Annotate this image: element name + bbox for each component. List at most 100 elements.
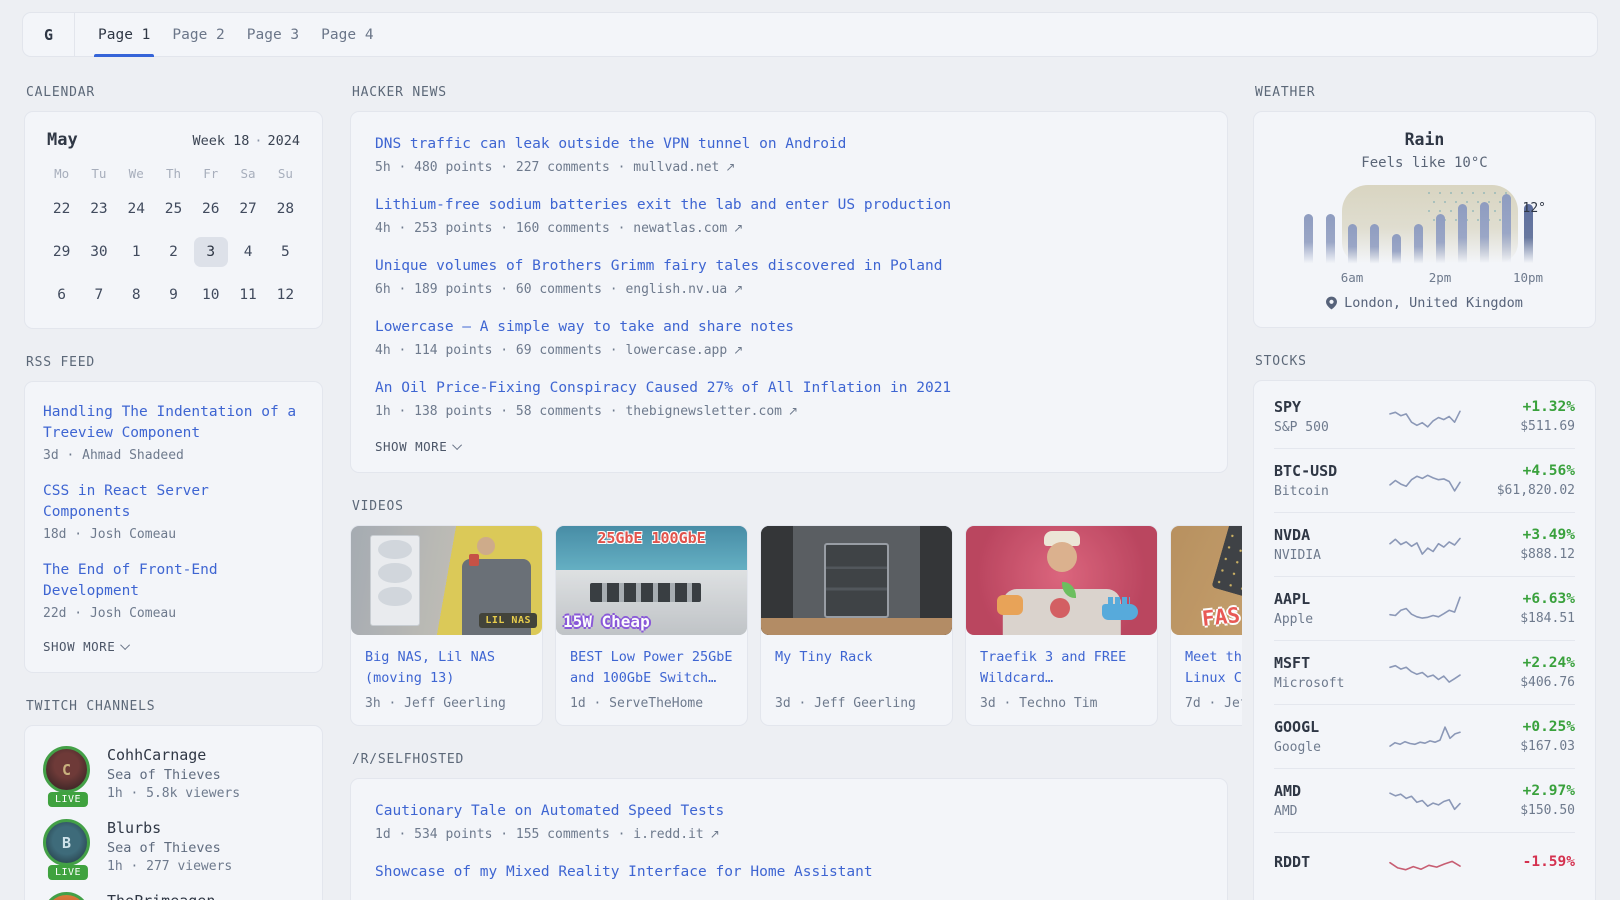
calendar-day: 25 xyxy=(156,194,190,224)
hn-item-title[interactable]: DNS traffic can leak outside the VPN tun… xyxy=(375,134,1203,155)
stock-price: $184.51 xyxy=(1520,611,1575,626)
weather-bar xyxy=(1392,234,1401,265)
rss-item: Handling The Indentation of a Treeview C… xyxy=(43,402,304,463)
video-thumbnail[interactable]: 25GbE 100GbE 15W Cheap xyxy=(556,526,747,635)
hn-item-title[interactable]: Lowercase – A simple way to take and sha… xyxy=(375,317,1203,338)
calendar-weekday: We xyxy=(118,166,155,181)
stock-sparkline xyxy=(1386,783,1464,819)
calendar-day: 1 xyxy=(119,237,153,267)
videos-section-title: VIDEOS xyxy=(352,499,1228,514)
rss-show-more-button[interactable]: SHOW MORE xyxy=(43,639,304,654)
nav-bar: G Page 1 Page 2 Page 3 Page 4 xyxy=(22,12,1598,57)
app-logo[interactable]: G xyxy=(23,13,75,56)
stock-price: $167.03 xyxy=(1520,739,1575,754)
hn-item-title[interactable]: Unique volumes of Brothers Grimm fairy t… xyxy=(375,256,1203,277)
tab-page-4[interactable]: Page 4 xyxy=(321,13,373,56)
video-title[interactable]: BEST Low Power 25GbE and 100GbE Switch… xyxy=(570,647,733,689)
rss-card: Handling The Indentation of a Treeview C… xyxy=(24,381,323,673)
video-title[interactable]: Meet the Linux Clu xyxy=(1185,647,1242,689)
calendar-day: 4 xyxy=(231,237,265,267)
hn-item: Lowercase – A simple way to take and sha… xyxy=(375,317,1203,358)
external-link-icon: ↗ xyxy=(733,343,743,357)
video-title[interactable]: Traefik 3 and FREE Wildcard… xyxy=(980,647,1143,689)
stock-row: GOOGLGoogle +0.25%$167.03 xyxy=(1274,704,1575,768)
twitch-channel-row[interactable]: B LIVE Blurbs Sea of Thieves 1h · 277 vi… xyxy=(43,819,304,874)
hn-item: An Oil Price-Fixing Conspiracy Caused 27… xyxy=(375,378,1203,419)
stock-name: Microsoft xyxy=(1274,676,1386,691)
stock-sparkline xyxy=(1386,591,1464,627)
docker-whale-graphic xyxy=(1102,604,1138,620)
rss-item-meta: 22d · Josh Comeau xyxy=(43,606,304,621)
calendar-weekday: Mo xyxy=(43,166,80,181)
weather-bar xyxy=(1480,202,1489,265)
stock-name: Google xyxy=(1274,740,1386,755)
calendar-month: May xyxy=(47,130,78,150)
calendar-day: 10 xyxy=(194,280,228,310)
calendar-day: 23 xyxy=(82,194,116,224)
hn-item: DNS traffic can leak outside the VPN tun… xyxy=(375,134,1203,175)
video-title[interactable]: My Tiny Rack xyxy=(775,647,938,689)
calendar-day: 29 xyxy=(45,237,79,267)
external-link-icon: ↗ xyxy=(733,221,743,235)
hn-item-title[interactable]: Lithium-free sodium batteries exit the l… xyxy=(375,195,1203,216)
stock-row: RDDT -1.59% xyxy=(1274,832,1575,895)
thumbnail-badge: LIL NAS xyxy=(479,613,537,628)
video-card: My Tiny Rack 3d · Jeff Geerling xyxy=(760,525,953,726)
stock-row: BTC-USDBitcoin +4.56%$61,820.02 xyxy=(1274,448,1575,512)
stock-change: +1.32% xyxy=(1520,399,1575,415)
rss-item-title[interactable]: CSS in React Server Components xyxy=(43,481,304,523)
stock-ticker: NVDA xyxy=(1274,526,1386,544)
rss-item-title[interactable]: Handling The Indentation of a Treeview C… xyxy=(43,402,304,444)
twitch-channel-row[interactable]: ThePrimeagen xyxy=(43,892,304,900)
video-title[interactable]: Big NAS, Lil NAS (moving 13) xyxy=(365,647,528,689)
tab-page-3[interactable]: Page 3 xyxy=(247,13,299,56)
weather-location: London, United Kingdom xyxy=(1274,295,1575,311)
stock-name: Apple xyxy=(1274,612,1386,627)
video-meta: 7d · Jeff xyxy=(1185,696,1242,711)
video-thumbnail[interactable]: LIL NAS xyxy=(351,526,542,635)
weather-hour-label: 2pm xyxy=(1429,270,1452,285)
weather-section-title: WEATHER xyxy=(1255,85,1596,100)
weather-bar xyxy=(1414,224,1423,265)
calendar-grid: MoTuWeThFrSaSu22232425262728293012345678… xyxy=(43,166,304,310)
weather-temp-label: 12° xyxy=(1523,201,1546,216)
reddit-item-title[interactable]: Cautionary Tale on Automated Speed Tests xyxy=(375,801,1203,822)
twitch-channel-row[interactable]: C LIVE CohhCarnage Sea of Thieves 1h · 5… xyxy=(43,746,304,801)
tab-page-2[interactable]: Page 2 xyxy=(172,13,224,56)
calendar-day: 22 xyxy=(45,194,79,224)
external-link-icon: ↗ xyxy=(788,404,798,418)
rss-item-meta: 3d · Ahmad Shadeed xyxy=(43,448,304,463)
location-pin-icon xyxy=(1326,296,1337,310)
tab-page-1[interactable]: Page 1 xyxy=(98,13,150,56)
rss-section-title: RSS FEED xyxy=(26,355,323,370)
left-column: CALENDAR May Week 18·2024 MoTuWeThFrSaSu… xyxy=(24,85,323,900)
hn-show-more-button[interactable]: SHOW MORE xyxy=(375,439,1203,454)
calendar-day: 27 xyxy=(231,194,265,224)
avatar xyxy=(43,892,90,900)
calendar-day: 11 xyxy=(231,280,265,310)
reddit-item-title[interactable]: Showcase of my Mixed Reality Interface f… xyxy=(375,862,1203,883)
stock-price: $406.76 xyxy=(1520,675,1575,690)
weather-bar xyxy=(1502,194,1511,265)
reddit-item: Showcase of my Mixed Reality Interface f… xyxy=(375,862,1203,883)
rss-item: The End of Front-End Development 22d · J… xyxy=(43,560,304,621)
weather-feels-like: Feels like 10°C xyxy=(1274,155,1575,171)
stock-change: +3.49% xyxy=(1520,527,1575,543)
video-thumbnail[interactable] xyxy=(761,526,952,635)
hn-item-title[interactable]: An Oil Price-Fixing Conspiracy Caused 27… xyxy=(375,378,1203,399)
video-thumbnail[interactable]: FAS xyxy=(1171,526,1242,635)
stock-ticker: MSFT xyxy=(1274,654,1386,672)
stocks-section-title: STOCKS xyxy=(1255,354,1596,369)
weather-bar xyxy=(1326,214,1335,265)
stock-change: +2.97% xyxy=(1520,783,1575,799)
stock-change: -1.59% xyxy=(1523,854,1575,870)
stock-sparkline xyxy=(1386,655,1464,691)
video-card: 25GbE 100GbE 15W Cheap BEST Low Power 25… xyxy=(555,525,748,726)
rss-item-title[interactable]: The End of Front-End Development xyxy=(43,560,304,602)
video-thumbnail[interactable] xyxy=(966,526,1157,635)
reddit-item: Cautionary Tale on Automated Speed Tests… xyxy=(375,801,1203,842)
channel-viewers: 1h · 5.8k viewers xyxy=(107,786,240,801)
weather-condition: Rain xyxy=(1274,130,1575,149)
video-card: FAS Meet the Linux Clu 7d · Jeff xyxy=(1170,525,1242,726)
calendar-day: 30 xyxy=(82,237,116,267)
